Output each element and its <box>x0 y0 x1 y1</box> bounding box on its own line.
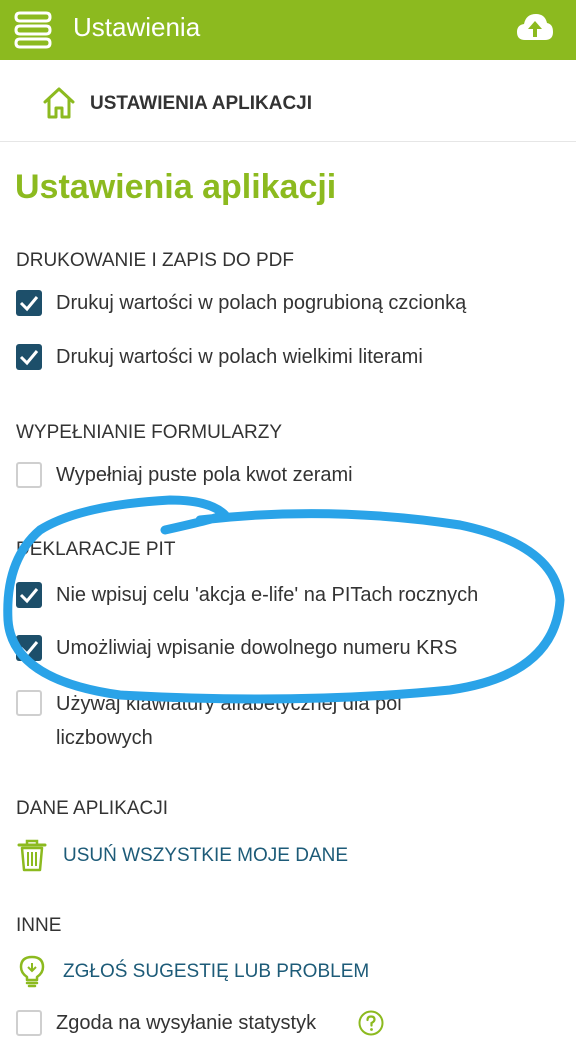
home-icon <box>43 87 75 119</box>
trash-icon <box>17 839 47 872</box>
link-label: ZGŁOŚ SUGESTIĘ LUB PROBLEM <box>63 961 370 982</box>
page-title: Ustawienia aplikacji <box>15 168 337 206</box>
app-bar-title: Ustawienia <box>73 12 201 42</box>
option-label: Umożliwiaj wpisanie dowolnego numeru KRS <box>56 637 458 659</box>
annotation-circle <box>3 495 565 704</box>
breadcrumb-label: USTAWIENIA APLIKACJI <box>90 93 313 114</box>
option-label: Zgoda na wysyłanie statystyk <box>56 1012 317 1034</box>
top-app-bar: Ustawienia <box>0 0 576 60</box>
checkbox-checked[interactable] <box>16 290 42 316</box>
link-label: USUŃ WSZYSTKIE MOJE DANE <box>63 845 349 866</box>
section-header-app-data: DANE APLIKACJI <box>16 798 169 819</box>
cloud-upload-icon[interactable] <box>516 10 554 44</box>
option-label: Wypełniaj puste pola kwot zerami <box>56 464 353 486</box>
section-header-printing: DRUKOWANIE I ZAPIS DO PDF <box>16 250 294 271</box>
option-label: Nie wpisuj celu 'akcja e-life' na PITach… <box>56 584 479 606</box>
lightbulb-icon <box>19 955 45 988</box>
section-header-forms: WYPEŁNIANIE FORMULARZY <box>16 422 283 443</box>
checkbox-checked[interactable] <box>16 582 42 608</box>
option-label: Drukuj wartości w polach wielkimi litera… <box>56 346 423 368</box>
section-header-other: INNE <box>16 915 62 936</box>
section-header-pit: DEKLARACJE PIT <box>16 539 176 560</box>
checkbox-unchecked[interactable] <box>16 1010 42 1036</box>
divider <box>0 141 576 142</box>
option-label: Drukuj wartości w polach pogrubioną czci… <box>56 292 467 314</box>
option-label: Używaj klawiatury alfabetycznej dla pól … <box>56 693 402 749</box>
help-icon[interactable] <box>358 1010 384 1036</box>
checkbox-checked[interactable] <box>16 344 42 370</box>
checkbox-checked[interactable] <box>16 635 42 661</box>
checkbox-unchecked[interactable] <box>16 690 42 716</box>
menu-icon[interactable] <box>14 8 52 52</box>
checkbox-unchecked[interactable] <box>16 462 42 488</box>
